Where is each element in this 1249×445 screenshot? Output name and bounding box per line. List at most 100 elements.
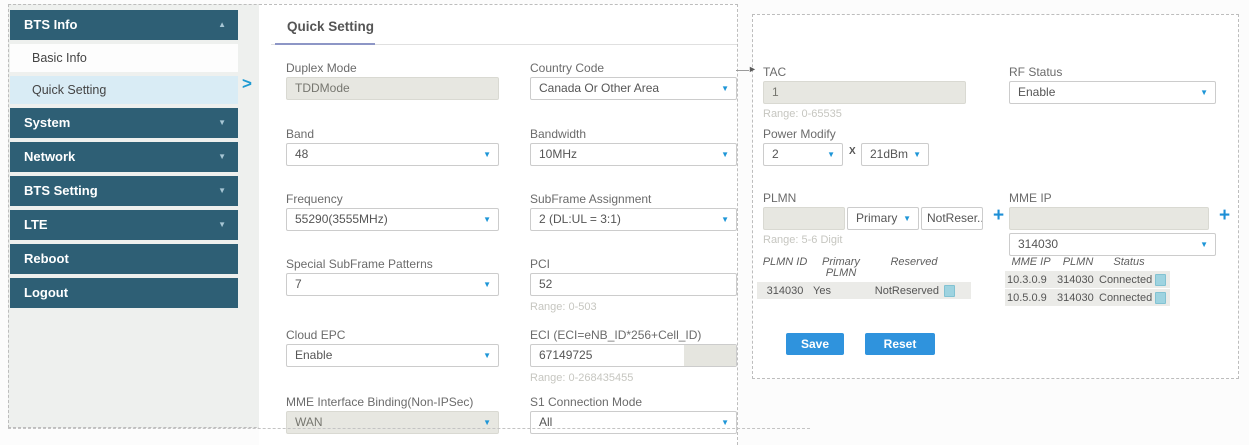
sidebar-item-logout[interactable]: Logout bbox=[10, 278, 238, 308]
selected-value: 55290(3555MHz) bbox=[295, 212, 388, 226]
band-select[interactable]: 48 ▼ bbox=[286, 143, 499, 166]
selected-value: Enable bbox=[295, 348, 333, 362]
pci-input[interactable]: 52 bbox=[530, 273, 737, 296]
chevron-up-icon: ▲ bbox=[218, 20, 226, 29]
save-button[interactable]: Save bbox=[786, 333, 844, 355]
selected-value: All bbox=[539, 415, 553, 429]
chevron-down-icon: ▼ bbox=[721, 150, 729, 159]
cell-primary-plmn: Yes bbox=[813, 284, 831, 297]
tac-input: 1 bbox=[763, 81, 966, 104]
power-modify-label: Power Modify bbox=[763, 127, 836, 141]
selected-value: 21dBm bbox=[870, 147, 909, 161]
sidebar-item-system[interactable]: System ▼ bbox=[10, 108, 238, 138]
sidebar-item-network[interactable]: Network ▼ bbox=[10, 142, 238, 172]
sidebar-item-label: Logout bbox=[24, 285, 69, 300]
selected-value: 7 bbox=[295, 277, 302, 291]
eci-input-cap bbox=[684, 345, 736, 366]
sidebar-item-label: Reboot bbox=[24, 251, 69, 266]
frequency-select[interactable]: 55290(3555MHz) ▼ bbox=[286, 208, 499, 231]
plmn-reserved-select[interactable]: NotReser... bbox=[921, 207, 983, 230]
eci-input[interactable]: 67149725 bbox=[530, 344, 737, 367]
chevron-down-icon: ▼ bbox=[1200, 88, 1208, 97]
chevron-down-icon: ▼ bbox=[827, 150, 835, 159]
special-subframe-patterns-select[interactable]: 7 ▼ bbox=[286, 273, 499, 296]
country-code-select[interactable]: Canada Or Other Area ▼ bbox=[530, 77, 737, 100]
col-primary-plmn: Primary PLMN bbox=[822, 256, 860, 279]
sidebar-flyout-chevron-icon[interactable]: > bbox=[242, 74, 252, 94]
subframe-assignment-select[interactable]: 2 (DL:UL = 3:1) ▼ bbox=[530, 208, 737, 231]
cloud-epc-select[interactable]: Enable ▼ bbox=[286, 344, 499, 367]
chevron-down-icon: ▼ bbox=[903, 214, 911, 223]
table-row: 314030 Yes NotReserved bbox=[757, 282, 971, 299]
duplex-mode-input: TDDMode bbox=[286, 77, 499, 100]
chevron-down-icon: ▼ bbox=[721, 215, 729, 224]
cell-mme-ip: 10.3.0.9 bbox=[1007, 273, 1047, 286]
mme-ip-table: MME IP PLMN Status 10.3.0.9 314030 Conne… bbox=[1005, 257, 1170, 307]
rf-status-select[interactable]: Enable ▼ bbox=[1009, 81, 1216, 104]
chevron-down-icon: ▼ bbox=[218, 186, 226, 195]
mme-plmn-select[interactable]: 314030 ▼ bbox=[1009, 233, 1216, 256]
rf-status-label: RF Status bbox=[1009, 65, 1063, 79]
reset-button[interactable]: Reset bbox=[865, 333, 935, 355]
delete-icon[interactable] bbox=[1155, 273, 1166, 286]
subframe-assignment-label: SubFrame Assignment bbox=[530, 192, 652, 206]
chevron-down-icon: ▼ bbox=[483, 150, 491, 159]
sidebar-item-label: BTS Info bbox=[24, 17, 78, 32]
sidebar-item-basic-info[interactable]: Basic Info bbox=[10, 44, 238, 72]
table-row: 10.5.0.9 314030 Connected bbox=[1005, 289, 1170, 306]
plmn-table-header: PLMN ID Primary PLMN Reserved bbox=[757, 257, 971, 279]
multiply-sign: X bbox=[849, 146, 856, 157]
cell-status: Connected bbox=[1099, 273, 1153, 286]
sidebar-item-label: System bbox=[24, 115, 71, 130]
cell-plmn: 314030 bbox=[1057, 273, 1094, 286]
cell-plmn-id: 314030 bbox=[766, 284, 804, 297]
selected-value: Canada Or Other Area bbox=[539, 81, 660, 95]
sidebar-item-lte[interactable]: LTE ▼ bbox=[10, 210, 238, 240]
bandwidth-label: Bandwidth bbox=[530, 127, 587, 141]
plmn-range-hint: Range: 5-6 Digit bbox=[763, 234, 843, 246]
col-status: Status bbox=[1113, 256, 1145, 268]
eci-value: 67149725 bbox=[539, 348, 593, 362]
delete-icon[interactable] bbox=[1155, 291, 1166, 304]
sidebar-item-bts-info[interactable]: BTS Info ▲ bbox=[10, 10, 238, 40]
pci-range-hint: Range: 0-503 bbox=[530, 301, 597, 313]
plmn-label: PLMN bbox=[763, 191, 797, 205]
mme-ip-input bbox=[1009, 207, 1209, 230]
selected-value: WAN bbox=[295, 415, 323, 429]
s1-connection-mode-select[interactable]: All ▼ bbox=[530, 411, 737, 434]
band-label: Band bbox=[286, 127, 315, 141]
quick-setting-panel: Quick Setting Duplex Mode TDDMode Countr… bbox=[259, 4, 738, 445]
chevron-down-icon: ▼ bbox=[721, 418, 729, 427]
selected-value: 2 (DL:UL = 3:1) bbox=[539, 212, 621, 226]
add-plmn-button[interactable]: + bbox=[993, 205, 1004, 227]
selected-value: Primary bbox=[856, 211, 898, 225]
s1-connection-mode-label: S1 Connection Mode bbox=[530, 395, 643, 409]
sidebar-item-label: BTS Setting bbox=[24, 183, 98, 198]
tac-value: 1 bbox=[772, 85, 779, 99]
chevron-down-icon: ▼ bbox=[218, 152, 226, 161]
power-dbm-select[interactable]: 21dBm ▼ bbox=[861, 143, 929, 166]
frequency-label: Frequency bbox=[286, 192, 343, 206]
col-plmn-id: PLMN ID bbox=[762, 256, 808, 268]
chevron-down-icon: ▼ bbox=[483, 351, 491, 360]
selected-value: 314030 bbox=[1018, 237, 1059, 251]
sidebar-item-reboot[interactable]: Reboot bbox=[10, 244, 238, 274]
power-multiplier-select[interactable]: 2 ▼ bbox=[763, 143, 843, 166]
chevron-down-icon: ▼ bbox=[483, 418, 491, 427]
crop-dash-line bbox=[8, 428, 810, 429]
tac-range-hint: Range: 0-65535 bbox=[763, 108, 842, 120]
bandwidth-select[interactable]: 10MHz ▼ bbox=[530, 143, 737, 166]
chevron-down-icon: ▼ bbox=[721, 84, 729, 93]
duplex-mode-value: TDDMode bbox=[295, 81, 350, 95]
sidebar-item-quick-setting[interactable]: Quick Setting bbox=[10, 76, 238, 104]
tac-label: TAC bbox=[763, 65, 787, 79]
table-row: 10.3.0.9 314030 Connected bbox=[1005, 271, 1170, 288]
chevron-down-icon: ▼ bbox=[483, 215, 491, 224]
plmn-primary-select[interactable]: Primary ▼ bbox=[847, 207, 919, 230]
page-title: Quick Setting bbox=[287, 19, 375, 34]
mme-ip-label: MME IP bbox=[1009, 191, 1052, 205]
delete-icon[interactable] bbox=[944, 284, 955, 297]
add-mme-ip-button[interactable]: + bbox=[1219, 205, 1230, 227]
special-subframe-patterns-label: Special SubFrame Patterns bbox=[286, 257, 433, 271]
sidebar-item-bts-setting[interactable]: BTS Setting ▼ bbox=[10, 176, 238, 206]
